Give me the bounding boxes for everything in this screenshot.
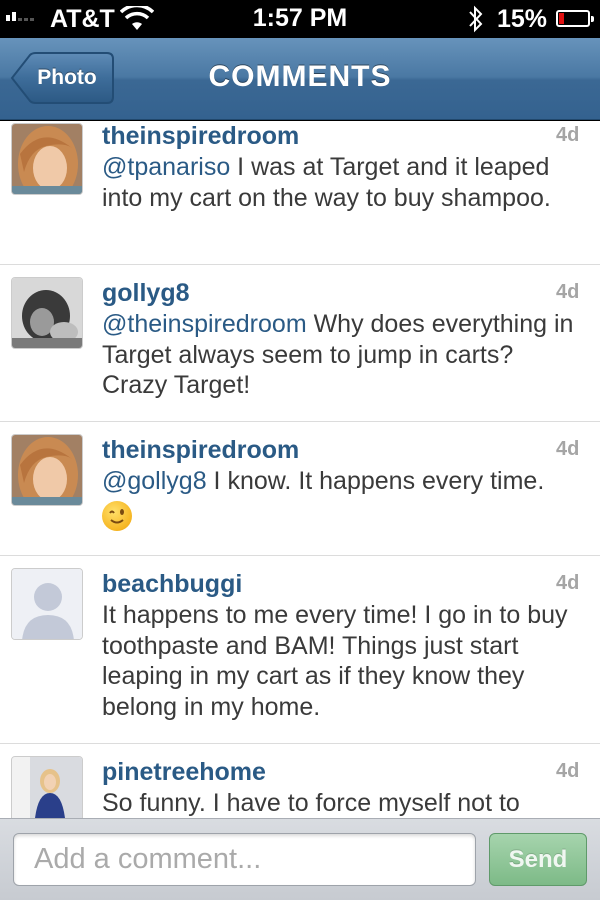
comment-item[interactable]: beachbuggi 4d It happens to me every tim… — [0, 556, 600, 744]
comment-username[interactable]: theinspiredroom — [102, 122, 299, 151]
navigation-bar: Photo COMMENTS — [0, 38, 600, 120]
comment-body: So funny. I have to force myself not to — [102, 789, 520, 817]
avatar[interactable] — [11, 568, 83, 640]
bluetooth-icon — [469, 5, 483, 33]
comment-username[interactable]: theinspiredroom — [102, 436, 299, 465]
comment-age: 4d — [556, 281, 580, 303]
comment-username[interactable]: beachbuggi — [102, 570, 242, 599]
comment-age: 4d — [556, 572, 580, 594]
comment-age: 4d — [556, 760, 580, 782]
comment-item[interactable]: gollyg8 4d @theinspiredroom Why does eve… — [0, 265, 600, 422]
comment-input-bar: Send — [0, 818, 600, 900]
comment-input[interactable] — [13, 833, 476, 886]
comment-age: 4d — [556, 124, 580, 146]
comment-text: So funny. I have to force myself not to — [102, 788, 582, 818]
battery-percent: 15% — [497, 5, 548, 33]
avatar[interactable] — [11, 434, 83, 506]
comment-text: @tpanariso I was at Target and it leaped… — [102, 152, 582, 213]
page-title: COMMENTS — [208, 60, 392, 93]
comment-username[interactable]: gollyg8 — [102, 279, 190, 308]
comment-body: I know. It happens every time. — [206, 467, 545, 495]
comment-item[interactable]: pinetreehome 4d So funny. I have to forc… — [0, 744, 600, 818]
battery-fill — [559, 13, 564, 24]
status-bar: AT&T 1:57 PM 15% — [0, 0, 600, 38]
comment-mention[interactable]: @theinspiredroom — [102, 310, 307, 338]
comment-age: 4d — [556, 438, 580, 460]
comment-item[interactable]: theinspiredroom 4d @tpanariso I was at T… — [0, 121, 600, 265]
comment-list[interactable]: theinspiredroom 4d @tpanariso I was at T… — [0, 121, 600, 818]
comment-body: It happens to me every time! I go in to … — [102, 601, 568, 721]
comment-mention[interactable]: @tpanariso — [102, 153, 230, 181]
comment-item[interactable]: theinspiredroom 4d @gollyg8 I know. It h… — [0, 422, 600, 556]
battery-icon — [556, 10, 594, 27]
send-button[interactable]: Send — [489, 833, 587, 886]
avatar[interactable] — [11, 277, 83, 349]
comment-username[interactable]: pinetreehome — [102, 758, 266, 787]
comment-text: @gollyg8 I know. It happens every time. — [102, 466, 582, 531]
avatar[interactable] — [11, 123, 83, 195]
wink-emoji-icon — [102, 500, 132, 531]
comment-text: It happens to me every time! I go in to … — [102, 600, 582, 722]
avatar[interactable] — [11, 756, 83, 818]
comment-mention[interactable]: @gollyg8 — [102, 467, 207, 495]
comment-text: @theinspiredroom Why does everything in … — [102, 309, 582, 401]
